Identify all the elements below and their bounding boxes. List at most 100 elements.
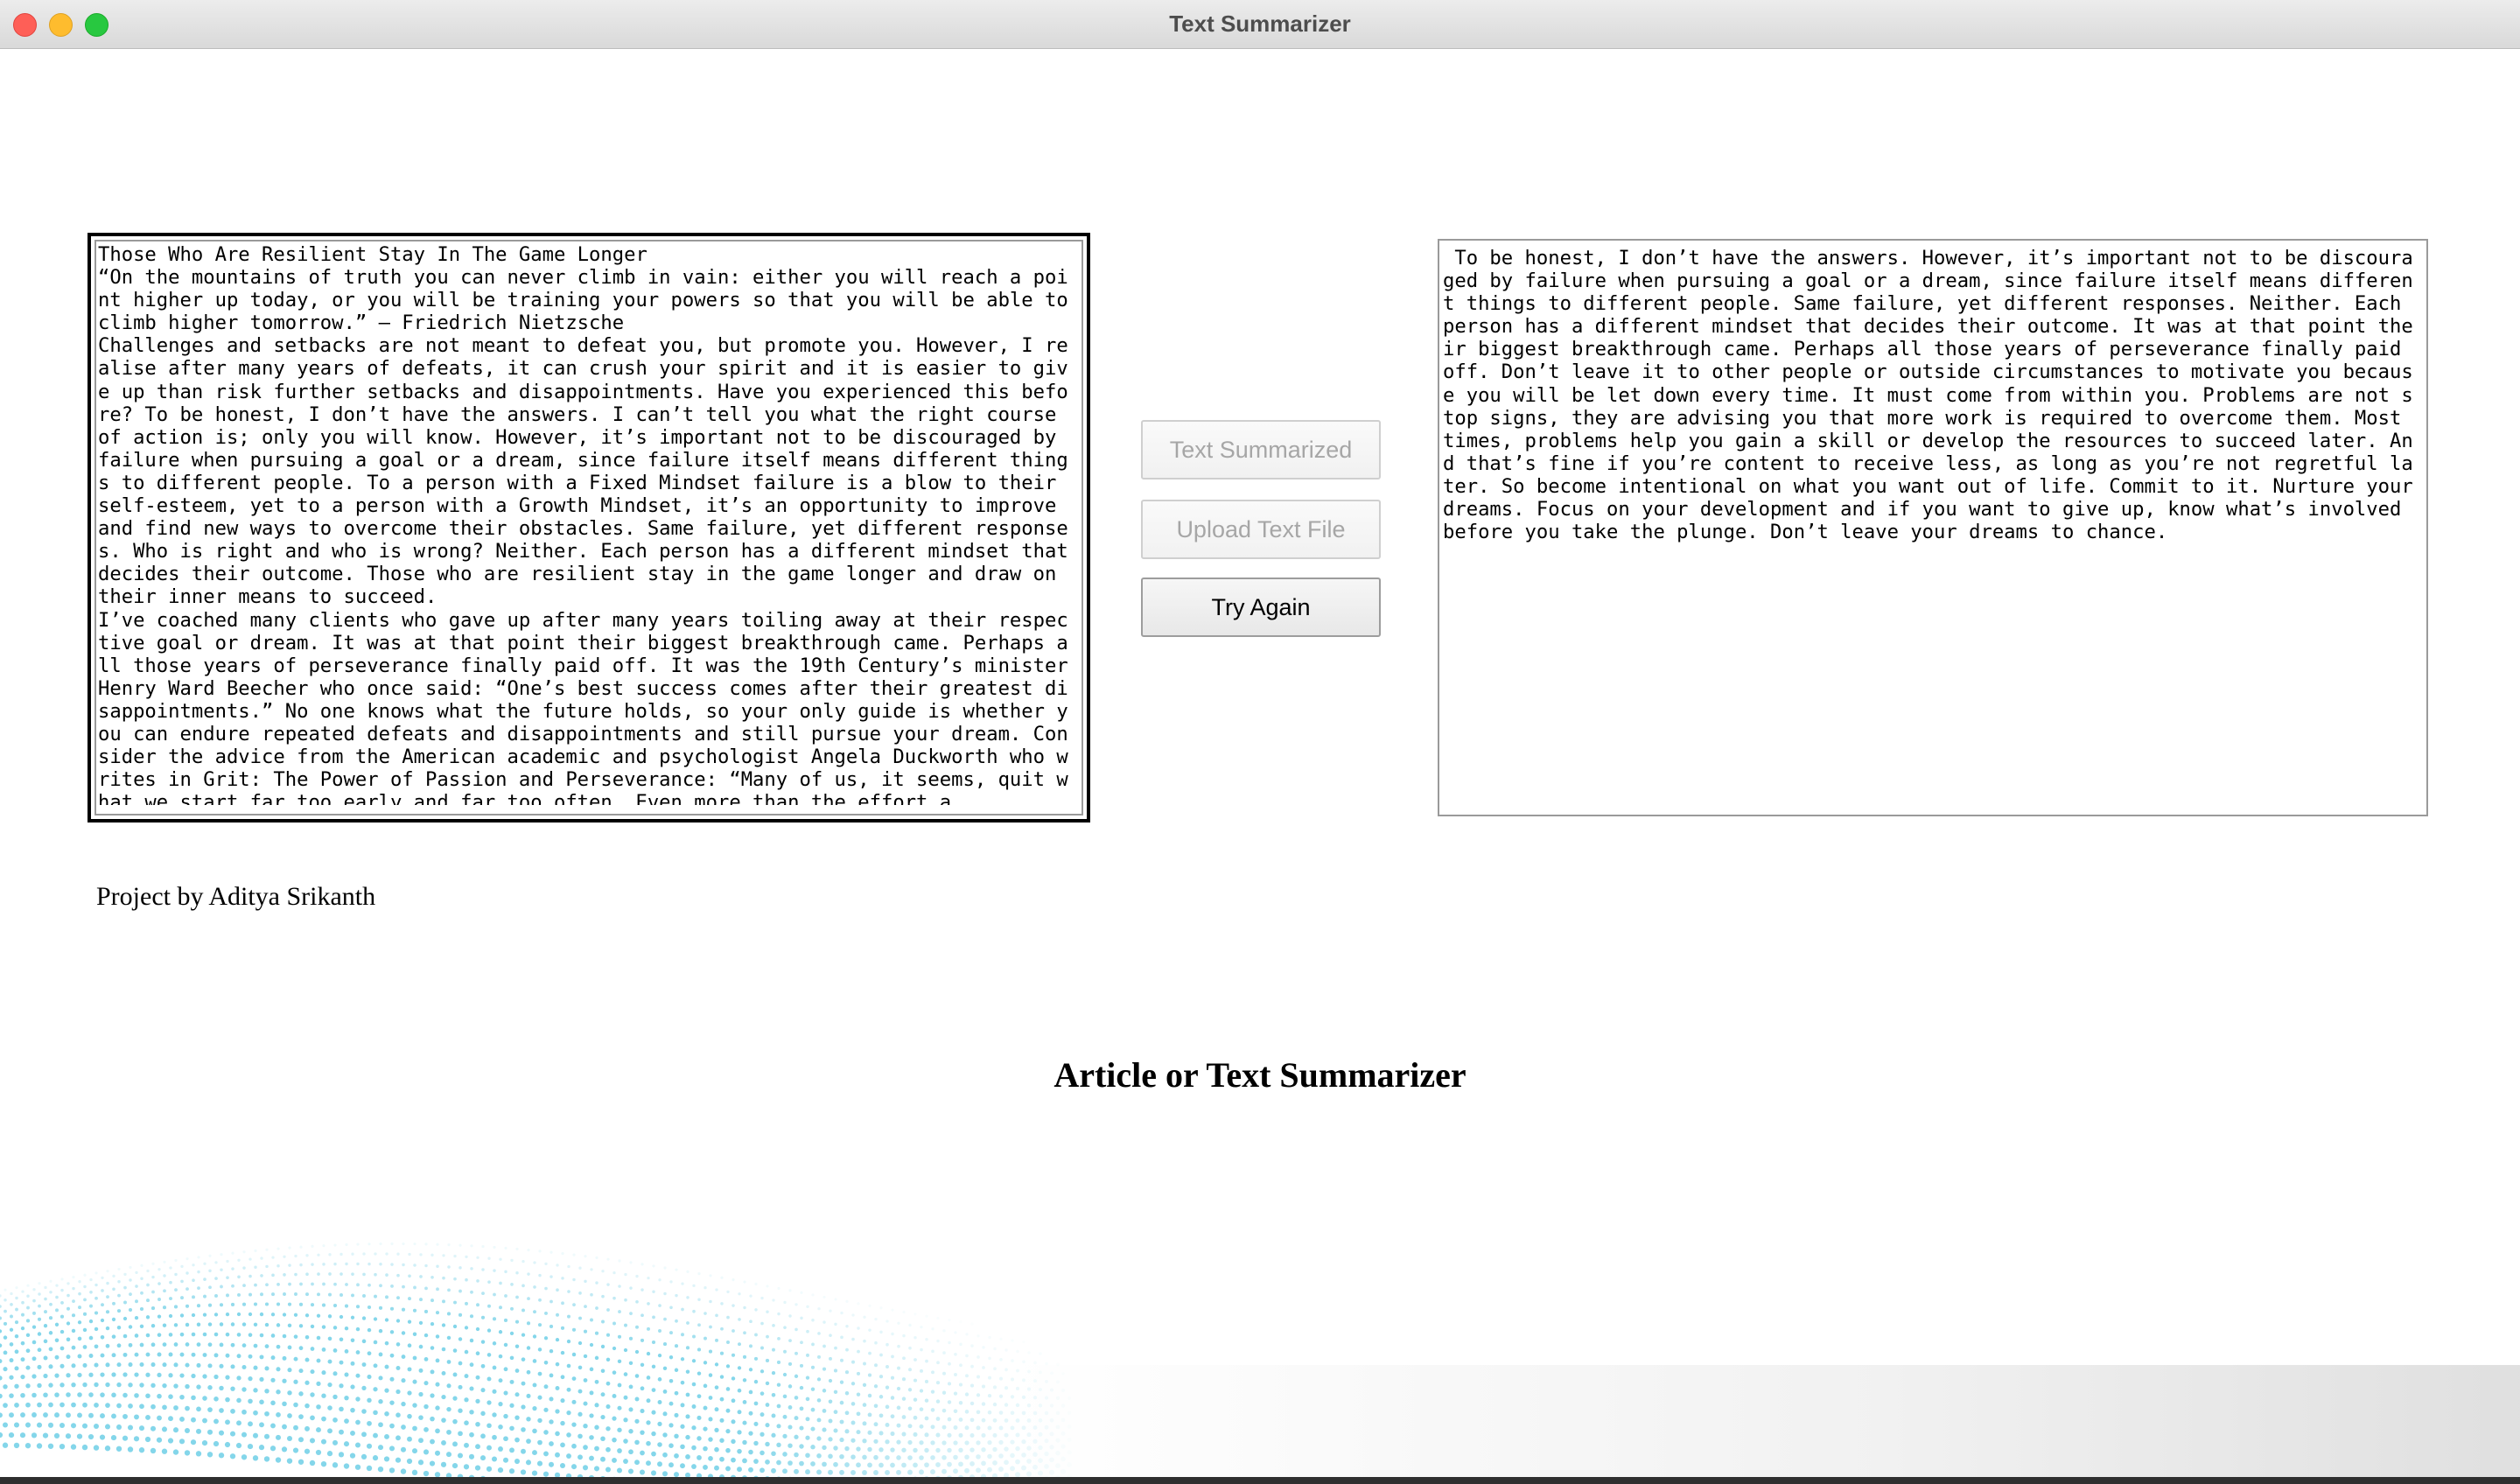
wave-dot [271, 1256, 275, 1259]
wave-dot [151, 1290, 155, 1294]
wave-dot [82, 1345, 88, 1349]
wave-dot [800, 1316, 803, 1320]
wave-dot [743, 1306, 746, 1310]
wave-dot [356, 1283, 360, 1287]
wave-dot [322, 1282, 326, 1286]
wave-dot [129, 1292, 132, 1297]
wave-dot [402, 1263, 405, 1267]
wave-dot [402, 1284, 405, 1289]
wave-dot [499, 1281, 502, 1285]
wave-dot [481, 1245, 485, 1249]
wave-dot [203, 1278, 206, 1281]
wave-dot [321, 1348, 326, 1352]
wave-dot [851, 1313, 855, 1317]
wave-dot [32, 1340, 37, 1345]
wave-dot [811, 1342, 815, 1347]
wave-dot [999, 1357, 1003, 1362]
wave-dot [332, 1303, 338, 1308]
wave-dot [378, 1306, 383, 1310]
wave-dot [169, 1280, 172, 1284]
wave-dot [589, 1342, 594, 1348]
wave-dot [635, 1274, 639, 1278]
input-text-area[interactable]: Those Who Are Resilient Stay In The Game… [88, 233, 1090, 822]
wave-dot [772, 1324, 775, 1327]
wave-dot [4, 1309, 7, 1313]
wave-dot [424, 1242, 428, 1246]
wave-dot [202, 1312, 207, 1317]
wave-dot [38, 1282, 41, 1285]
wave-dot [640, 1288, 644, 1292]
wave-dot [37, 1317, 42, 1321]
wave-dot [829, 1309, 832, 1312]
wave-dot [572, 1303, 576, 1307]
wave-dot [658, 1328, 662, 1333]
wave-dot [129, 1265, 132, 1269]
wave-dot [715, 1313, 718, 1318]
wave-dot [783, 1326, 787, 1329]
wave-dot [510, 1306, 514, 1311]
wave-dot [191, 1332, 196, 1337]
wave-dot [321, 1325, 326, 1329]
wave-dot [123, 1285, 127, 1290]
wave-dot [60, 1288, 64, 1292]
wave-dot [310, 1303, 315, 1307]
wave-dot [21, 1300, 24, 1305]
wave-dot [458, 1312, 463, 1317]
wave-dot [288, 1246, 291, 1250]
wave-dot [123, 1300, 127, 1305]
wave-dot [173, 1305, 178, 1309]
wave-dot [106, 1295, 109, 1299]
upload-text-file-button[interactable]: Upload Text File [1141, 500, 1381, 559]
wave-dot [368, 1242, 371, 1246]
wave-dot [128, 1325, 133, 1329]
wave-dot [248, 1292, 252, 1297]
wave-dot [339, 1360, 344, 1365]
wave-dot [583, 1329, 588, 1334]
wave-dot [327, 1359, 332, 1364]
wave-dot [101, 1276, 104, 1280]
wave-dot [282, 1312, 287, 1317]
wave-dot [20, 1326, 25, 1331]
wave-dot [196, 1304, 201, 1308]
wave-dot [180, 1296, 184, 1300]
wave-dot [811, 1319, 815, 1322]
wave-dot [385, 1252, 388, 1256]
text-summarized-button[interactable]: Text Summarized [1141, 420, 1381, 480]
wave-dot [396, 1296, 400, 1300]
summary-output-area[interactable]: To be honest, I don’t have the answers. … [1438, 239, 2428, 816]
wave-dot [571, 1352, 577, 1357]
try-again-button[interactable]: Try Again [1141, 578, 1381, 637]
wave-dot [351, 1293, 354, 1298]
wave-dot [515, 1270, 519, 1275]
wave-dot [276, 1264, 280, 1268]
wave-dot [122, 1316, 128, 1321]
wave-dot [936, 1361, 940, 1365]
wave-dot [521, 1333, 526, 1337]
wave-dot [550, 1250, 553, 1254]
input-text[interactable]: Those Who Are Resilient Stay In The Game… [98, 243, 1076, 805]
wave-dot [481, 1292, 485, 1296]
wave-dot [886, 1342, 889, 1347]
wave-dot [225, 1312, 230, 1317]
wave-dot [150, 1324, 156, 1328]
wave-dot [38, 1292, 41, 1296]
wave-dot [77, 1320, 82, 1325]
wave-dot [897, 1344, 900, 1348]
wave-dot [173, 1342, 178, 1347]
wave-dot [788, 1339, 792, 1342]
wave-dot [567, 1264, 570, 1269]
wave-dot [368, 1283, 371, 1287]
wave-dot [321, 1303, 326, 1307]
wave-dot [26, 1306, 30, 1310]
wave-dot [424, 1286, 428, 1291]
wave-dot [32, 1356, 37, 1362]
wave-dot [259, 1333, 264, 1338]
wave-dot [538, 1298, 542, 1302]
wave-dot [100, 1353, 105, 1358]
wave-dot [982, 1346, 985, 1349]
wave-dot [606, 1333, 611, 1337]
wave-dot [692, 1284, 696, 1288]
wave-dot [66, 1282, 70, 1285]
wave-dot [606, 1283, 610, 1286]
wave-dot [283, 1255, 286, 1258]
